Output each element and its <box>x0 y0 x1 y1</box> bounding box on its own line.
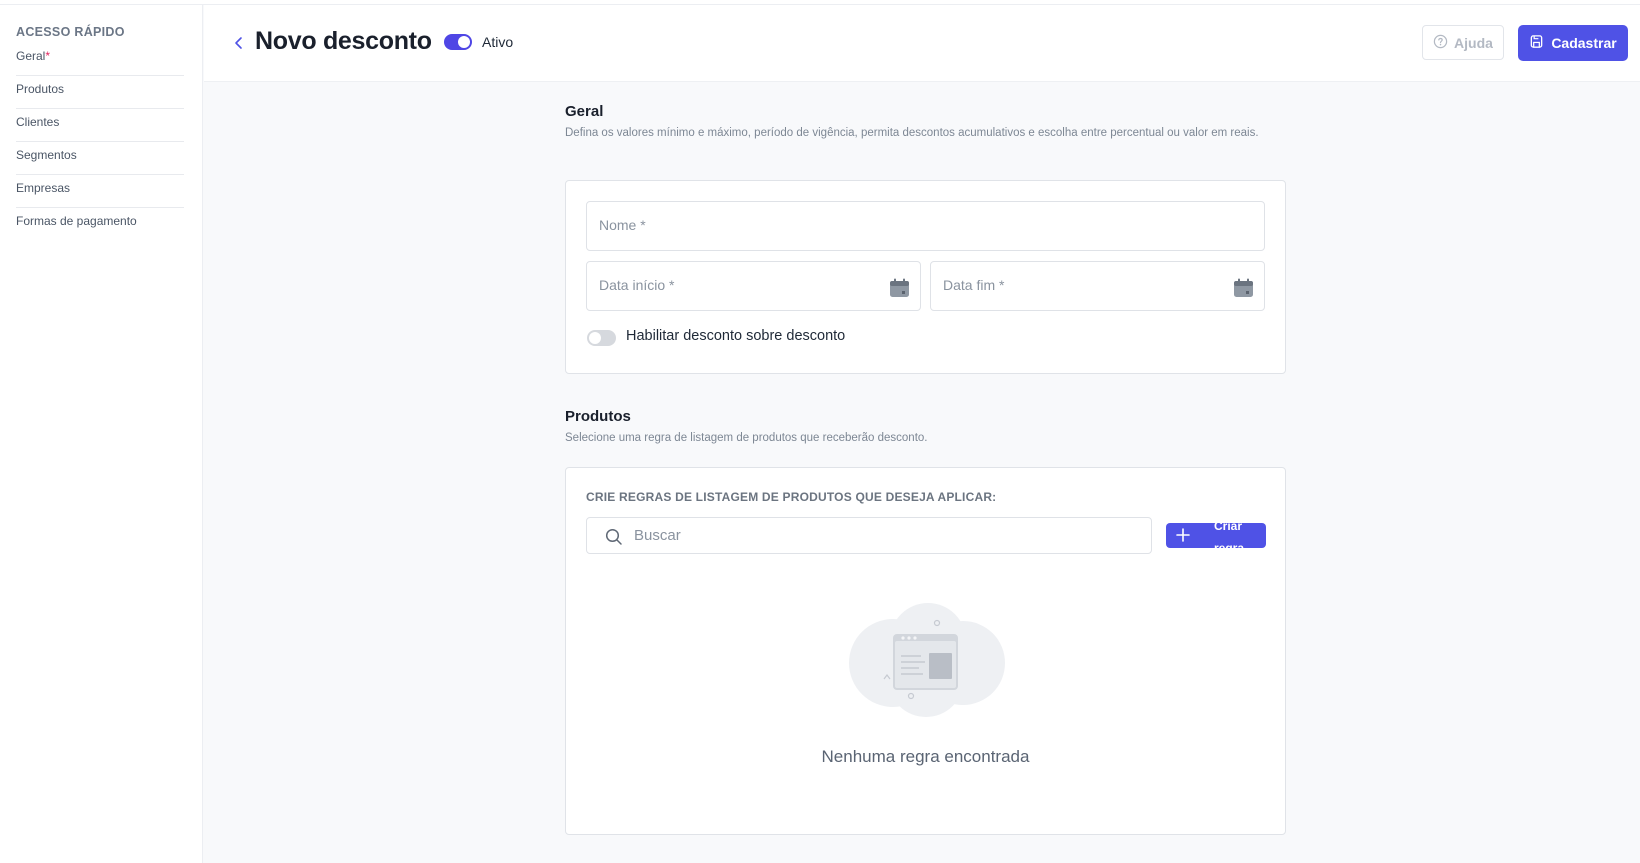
calendar-icon[interactable] <box>889 278 910 298</box>
general-card: Nome * Data início * Data fim * Habilita… <box>565 180 1286 374</box>
sidebar-item-segmentos[interactable]: Segmentos <box>16 142 184 175</box>
page-title: Novo desconto <box>255 27 432 55</box>
submit-button[interactable]: Cadastrar <box>1518 25 1628 61</box>
active-toggle-label: Ativo <box>482 34 514 50</box>
name-field[interactable]: Nome * <box>586 201 1265 251</box>
help-button[interactable]: Ajuda <box>1422 25 1504 60</box>
add-rule-button[interactable]: Criar regra <box>1166 523 1266 548</box>
rule-search-input[interactable]: Buscar <box>586 517 1152 554</box>
general-section-description: Defina os valores mínimo e máximo, perío… <box>565 127 1259 139</box>
search-placeholder: Buscar <box>634 527 681 544</box>
plus-icon <box>1174 526 1192 547</box>
back-chevron-icon[interactable] <box>232 35 246 51</box>
submit-button-label: Cadastrar <box>1551 35 1617 51</box>
stack-discount-label: Habilitar desconto sobre desconto <box>626 328 846 344</box>
help-button-label: Ajuda <box>1454 34 1493 51</box>
help-icon <box>1433 34 1448 52</box>
sidebar-item-label: Empresas <box>16 181 71 195</box>
empty-state-illustration <box>849 603 1005 717</box>
calendar-icon[interactable] <box>1233 278 1254 298</box>
products-section-description: Selecione uma regra de listagem de produ… <box>565 432 928 444</box>
general-section-title: Geral <box>565 103 604 120</box>
rules-heading: CRIE REGRAS DE LISTAGEM DE PRODUTOS QUE … <box>586 490 997 504</box>
search-icon <box>605 528 622 545</box>
products-section-title: Produtos <box>565 408 631 425</box>
sidebar-heading: ACESSO RÁPIDO <box>16 25 125 39</box>
sidebar-item-clientes[interactable]: Clientes <box>16 109 184 142</box>
sidebar-item-formas-de-pagamento[interactable]: Formas de pagamento <box>16 208 184 240</box>
name-field-placeholder: Nome * <box>599 217 646 233</box>
products-card: CRIE REGRAS DE LISTAGEM DE PRODUTOS QUE … <box>565 467 1286 835</box>
page-header: Novo desconto Ativo Ajuda Cadastrar <box>204 5 1640 82</box>
sidebar-item-empresas[interactable]: Empresas <box>16 175 184 208</box>
quick-access-sidebar: ACESSO RÁPIDO Geral* Produtos Clientes S… <box>0 5 203 863</box>
save-icon <box>1529 34 1544 52</box>
sidebar-item-label: Segmentos <box>16 148 77 162</box>
sidebar-item-label: Produtos <box>16 82 65 96</box>
sidebar-item-label: Formas de pagamento <box>16 214 137 228</box>
sidebar-item-label: Geral <box>16 49 46 63</box>
sidebar-item-label: Clientes <box>16 115 60 129</box>
required-mark: * <box>45 49 51 63</box>
end-date-field[interactable]: Data fim * <box>930 261 1265 311</box>
end-date-placeholder: Data fim * <box>943 277 1005 293</box>
start-date-field[interactable]: Data início * <box>586 261 921 311</box>
stack-discount-toggle[interactable] <box>587 330 616 346</box>
active-toggle[interactable] <box>444 34 472 50</box>
add-rule-label: Criar regra <box>1214 523 1245 548</box>
empty-state-message: Nenhuma regra encontrada <box>821 747 1030 766</box>
sidebar-item-produtos[interactable]: Produtos <box>16 76 184 109</box>
start-date-placeholder: Data início * <box>599 277 675 293</box>
sidebar-item-geral[interactable]: Geral* <box>16 43 184 76</box>
